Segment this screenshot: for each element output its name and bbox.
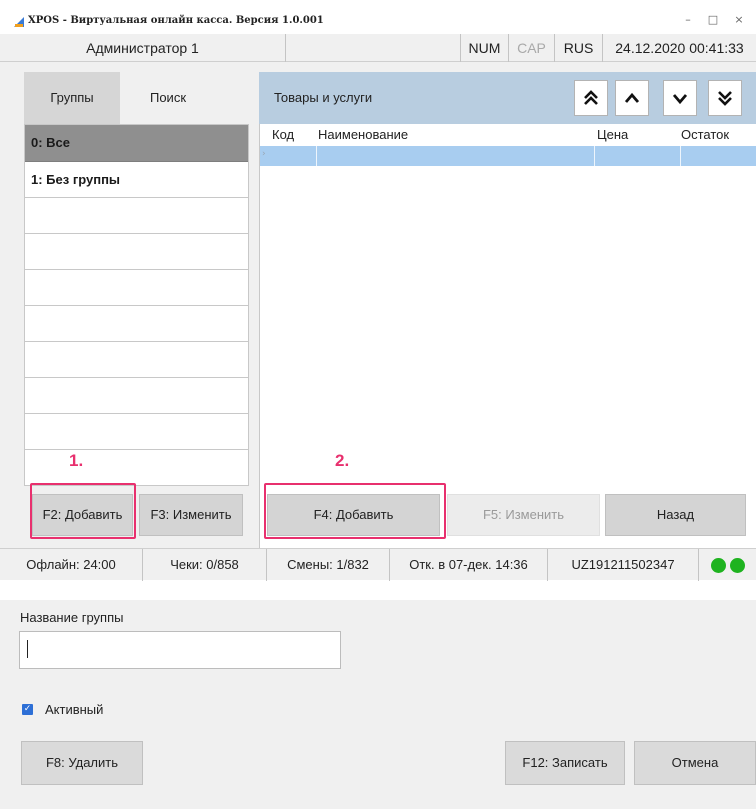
group-name-input[interactable] (19, 631, 341, 669)
goods-header: Товары и услуги (259, 72, 756, 124)
row-pointer-icon: › (262, 149, 266, 159)
active-checkbox[interactable]: ✓ (22, 704, 33, 715)
active-label: Активный (45, 702, 104, 717)
group-edit-dialog: Название группы ✓ Активный F8: Удалить F… (0, 600, 756, 809)
status-indicators (698, 549, 756, 581)
list-item (25, 306, 248, 342)
list-item (25, 414, 248, 450)
highlight-frame (264, 483, 446, 539)
page-last-button[interactable] (708, 80, 742, 116)
session-header: Администратор 1 NUM CAP RUS 24.12.2020 0… (0, 34, 756, 62)
status-indicator-icon (730, 558, 745, 573)
maximize-button[interactable]: □ (703, 12, 723, 28)
receipts-status: Чеки: 0/858 (142, 549, 266, 581)
offline-status: Офлайн: 24:00 (26, 557, 116, 572)
window-titlebar: XPOS - Виртуальная онлайн касса. Версия … (0, 0, 756, 34)
caps-lock-indicator: CAP (508, 34, 554, 62)
operator-name: Администратор 1 (86, 40, 199, 56)
window-title: XPOS - Виртуальная онлайн касса. Версия … (28, 15, 324, 26)
edit-item-button[interactable]: F5: Изменить (447, 494, 600, 536)
group-item-all[interactable]: 0: Все (25, 125, 248, 162)
tab-search[interactable]: Поиск (120, 72, 216, 124)
column-price[interactable]: Цена (597, 124, 628, 146)
group-item-no-group[interactable]: 1: Без группы (25, 162, 248, 198)
cancel-button[interactable]: Отмена (634, 741, 756, 785)
column-stock[interactable]: Остаток (681, 124, 729, 146)
main-area: Группы Поиск 0: Все 1: Без группы Товары… (0, 62, 756, 548)
page-up-button[interactable] (615, 80, 649, 116)
datetime: 24.12.2020 00:41:33 (602, 34, 756, 62)
list-item (25, 234, 248, 270)
column-name[interactable]: Наименование (318, 124, 408, 146)
app-icon (14, 17, 24, 27)
column-divider (316, 146, 317, 166)
column-divider (680, 146, 681, 166)
list-item (25, 270, 248, 306)
page-down-button[interactable] (663, 80, 697, 116)
text-caret (27, 640, 28, 658)
column-code[interactable]: Код (272, 124, 294, 146)
status-bar: Офлайн: 24:00 Чеки: 0/858 Смены: 1/832 О… (0, 548, 756, 581)
opened-status: Отк. в 07-дек. 14:36 (389, 549, 547, 581)
num-lock-indicator: NUM (460, 34, 508, 62)
down-icon (672, 94, 688, 105)
tab-groups[interactable]: Группы (24, 72, 120, 124)
highlight-frame (30, 483, 136, 539)
step-2-annotation: 2. (335, 451, 350, 470)
table-row[interactable] (260, 146, 756, 166)
step-1-annotation: 1. (69, 451, 84, 470)
double-up-icon (584, 90, 598, 105)
double-down-icon (718, 91, 732, 106)
group-list: 0: Все 1: Без группы (24, 124, 249, 486)
edit-group-button[interactable]: F3: Изменить (139, 494, 243, 536)
delete-button[interactable]: F8: Удалить (21, 741, 143, 785)
back-button[interactable]: Назад (605, 494, 746, 536)
list-item (25, 198, 248, 234)
up-icon (624, 92, 640, 103)
close-button[interactable]: × (729, 12, 749, 28)
header-spacer (285, 34, 460, 62)
column-divider (594, 146, 595, 166)
list-item (25, 342, 248, 378)
page-first-button[interactable] (574, 80, 608, 116)
shifts-status: Смены: 1/832 (266, 549, 389, 581)
status-indicator-icon (711, 558, 726, 573)
goods-title: Товары и услуги (274, 90, 373, 105)
list-item (25, 378, 248, 414)
minimize-button[interactable]: – (678, 12, 698, 28)
language-indicator: RUS (554, 34, 602, 62)
save-button[interactable]: F12: Записать (505, 741, 625, 785)
group-name-label: Название группы (20, 610, 124, 625)
serial-number: UZ191211502347 (547, 549, 698, 581)
